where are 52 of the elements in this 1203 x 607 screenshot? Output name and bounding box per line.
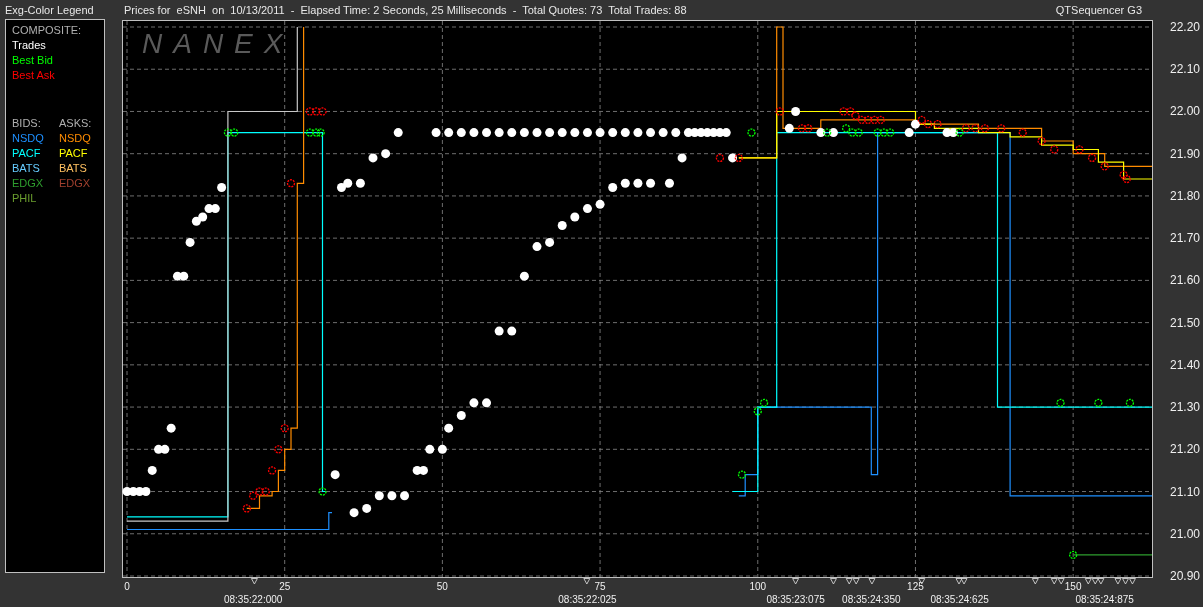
app-name: QTSequencer G3 <box>1055 4 1142 16</box>
legend-item: PACF <box>12 147 42 159</box>
legend-item: NSDQ <box>12 132 45 144</box>
legend-item: PHIL <box>12 192 38 204</box>
legend-item: BATS <box>12 162 41 174</box>
y-axis-label: 21.80 <box>1170 188 1200 203</box>
y-axis-label: 21.00 <box>1170 526 1200 541</box>
x-axis-label: 150 <box>1064 581 1082 592</box>
legend-heading: BIDS: <box>12 117 42 129</box>
legend-heading: ASKS: <box>59 117 93 129</box>
x-axis-label: 125 <box>907 581 924 592</box>
x-axis-label: 0 <box>124 581 130 592</box>
time-label: 08:35:24:350 <box>842 594 901 605</box>
y-axis-label: 21.30 <box>1170 400 1200 415</box>
legend-item: Best Bid <box>12 54 54 66</box>
legend-item: BATS <box>59 162 88 174</box>
y-axis-label: 21.20 <box>1170 442 1200 457</box>
y-axis-label: 21.70 <box>1170 231 1200 246</box>
legend-item: Best Ask <box>12 69 56 81</box>
time-label: 08:35:22:000 <box>223 594 283 605</box>
legend-item: EDGX <box>12 177 45 189</box>
legend-item: EDGX <box>59 177 92 189</box>
y-axis-label: 21.50 <box>1170 315 1200 330</box>
y-axis-label: 21.60 <box>1170 273 1200 288</box>
time-label: 08:35:23:075 <box>766 594 825 605</box>
logo-text: NANEX <box>142 28 294 59</box>
time-label: 08:35:24:875 <box>1075 594 1134 605</box>
legend-heading: COMPOSITE: <box>12 24 83 36</box>
legend-title: Exg-Color Legend <box>5 3 95 18</box>
time-marker-icon <box>868 578 876 585</box>
y-axis-label: 21.90 <box>1170 146 1200 161</box>
legend-item: NSDQ <box>59 132 92 144</box>
time-marker-icon <box>792 578 800 585</box>
time-marker-icon <box>1031 578 1039 585</box>
y-axis-label: 21.10 <box>1170 484 1200 499</box>
time-marker-icon <box>250 578 258 585</box>
y-axis-label: 22.20 <box>1170 20 1200 34</box>
legend-item: Trades <box>12 39 47 51</box>
y-axis-label: 21.40 <box>1170 357 1200 372</box>
legend-item: PACF <box>59 147 89 159</box>
x-axis-label: 25 <box>279 581 291 592</box>
time-marker-icon <box>830 578 837 585</box>
x-axis-label: 75 <box>594 581 606 592</box>
x-axis-label: 100 <box>749 581 767 592</box>
x-axis-label: 50 <box>436 581 448 592</box>
time-label: 08:35:24:625 <box>930 594 989 605</box>
chart-title: Prices for eSNH on 10/13/2011 - Elapsed Time: 2 Seconds, 25 Milliseconds - Total Quotes: 73 Total Trades: 88 <box>124 4 687 16</box>
time-label: 08:35:22:025 <box>558 594 617 605</box>
y-axis-label: 20.90 <box>1170 569 1200 583</box>
y-axis-label: 22.00 <box>1170 104 1200 119</box>
time-marker-icon <box>583 578 591 585</box>
y-axis-label: 22.10 <box>1170 62 1200 77</box>
